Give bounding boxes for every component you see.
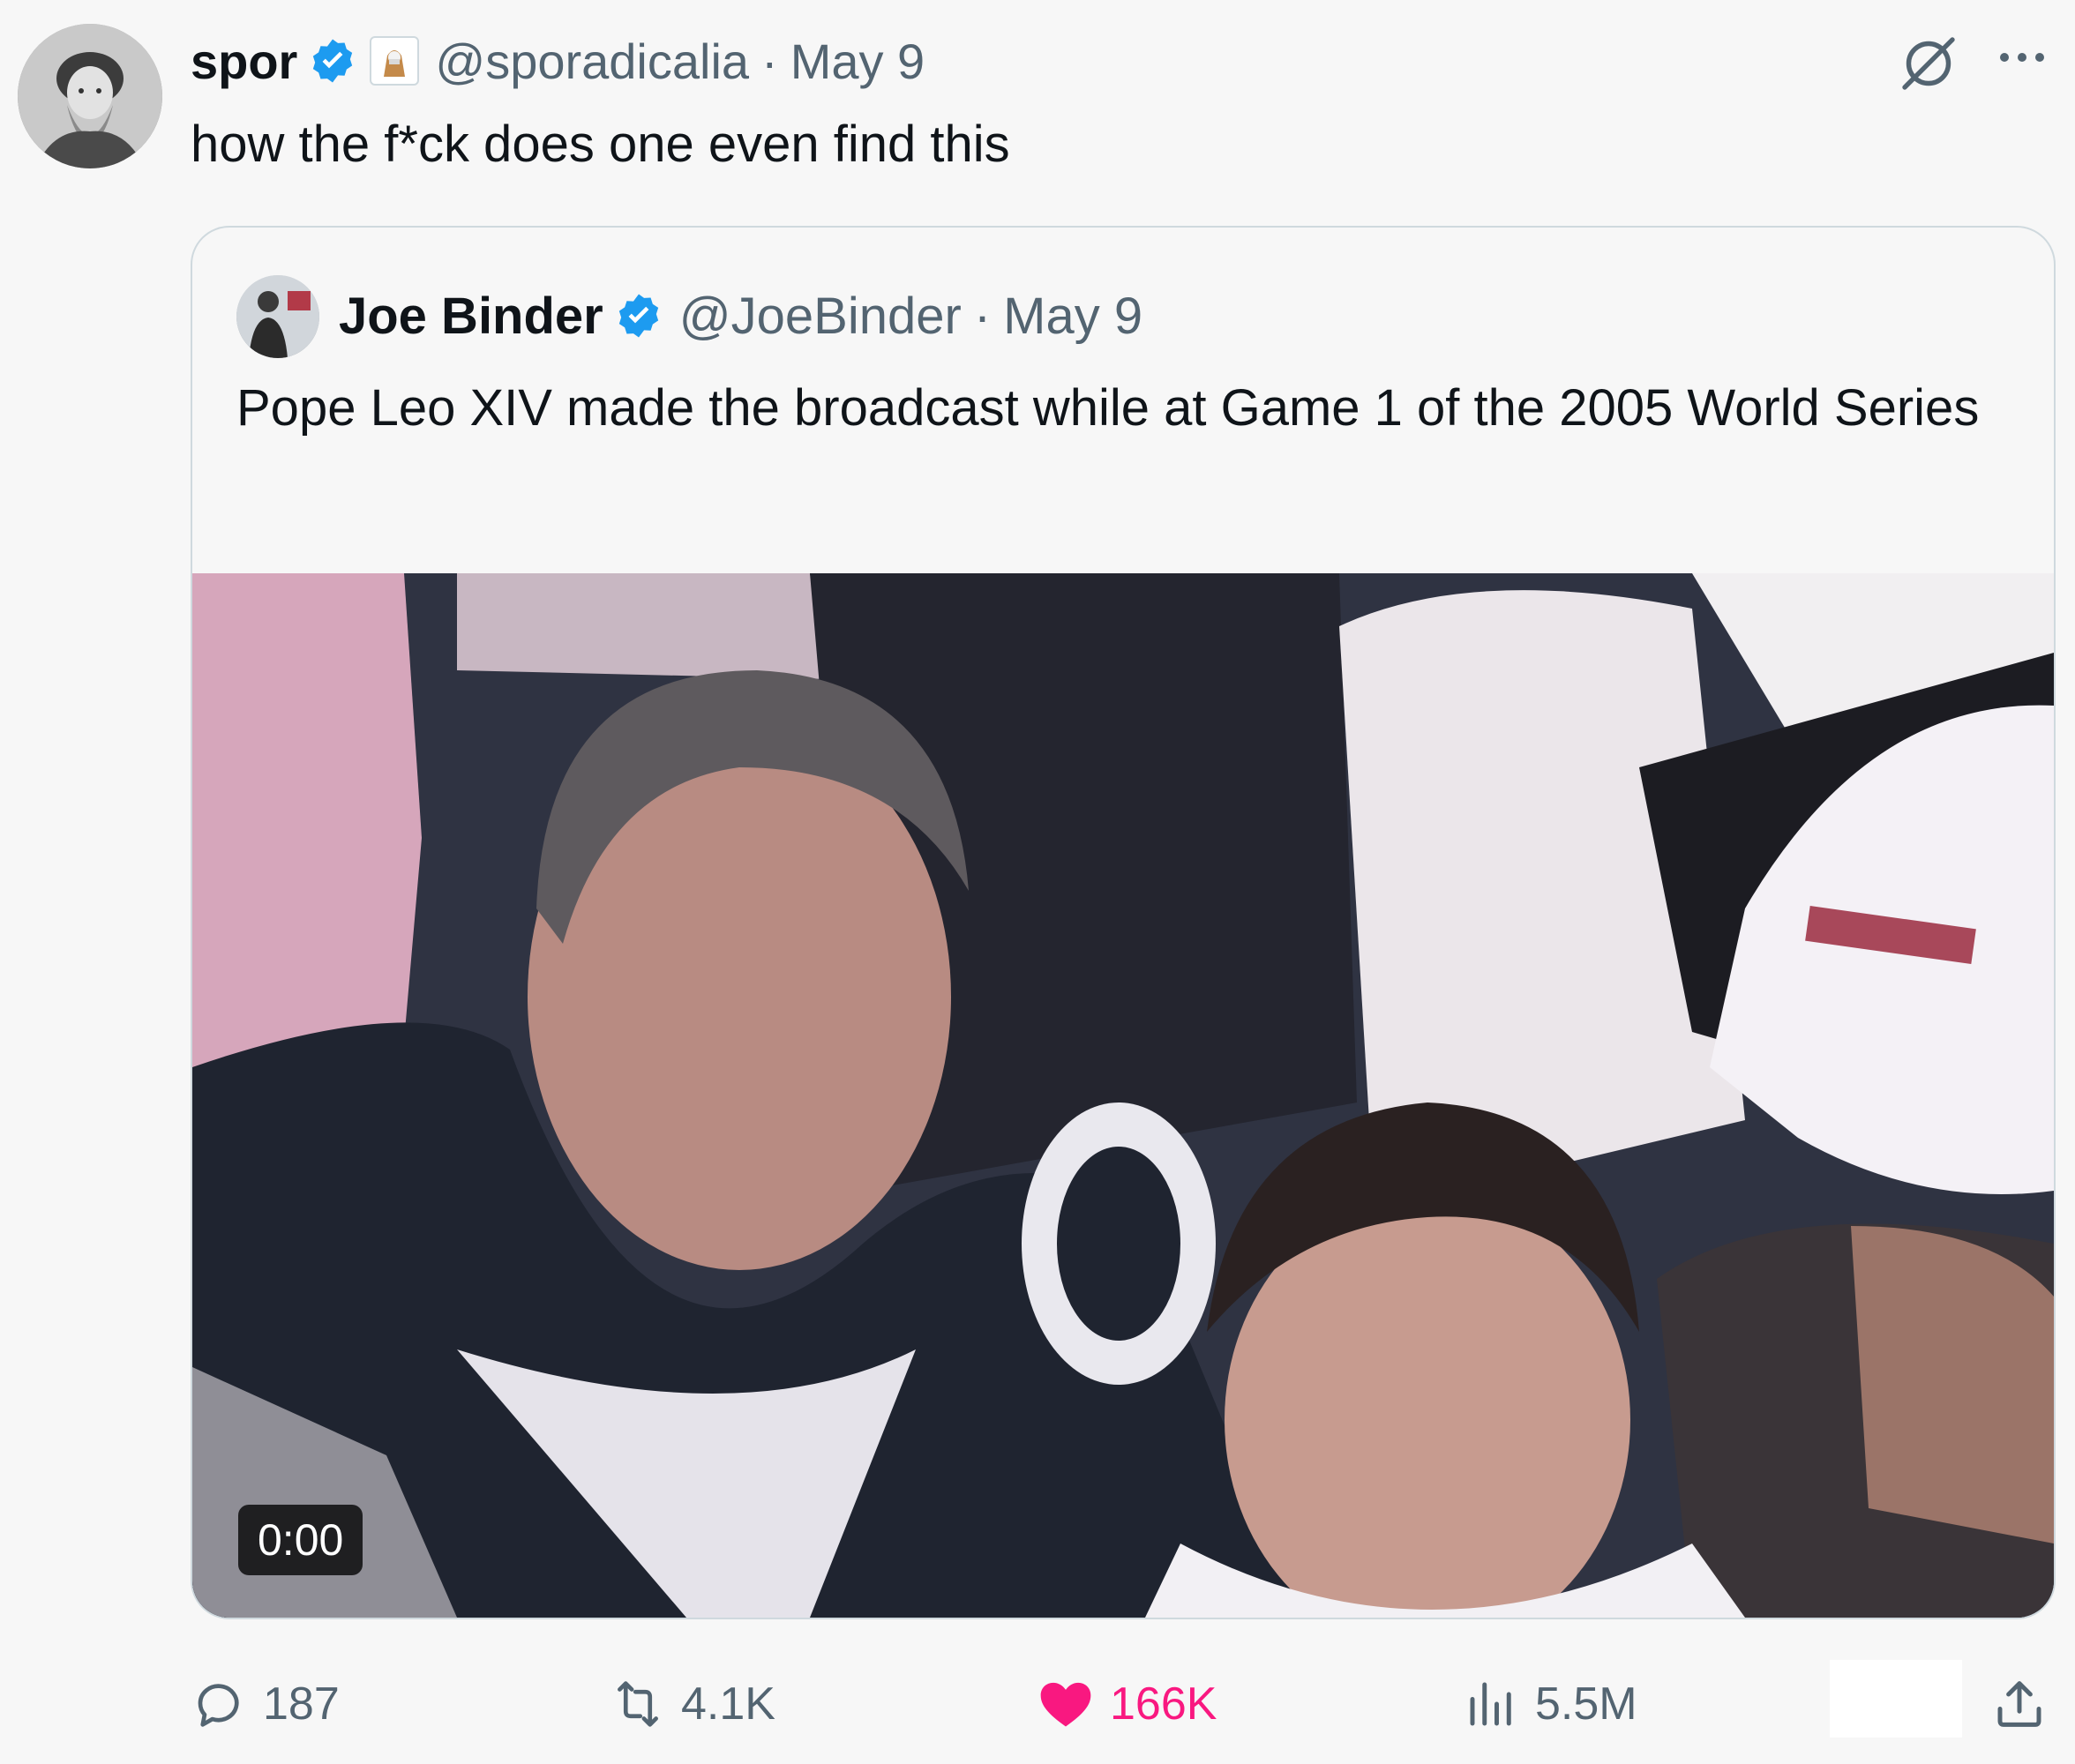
quoted-tweet-text: Pope Leo XIV made the broadcast while at… (236, 379, 1980, 437)
action-bar: 187 4.1K 166K 5.5M (191, 1660, 2061, 1748)
share-icon (1997, 1681, 2041, 1727)
quoted-author-name[interactable]: Joe Binder (339, 287, 603, 346)
separator-dot: · (973, 287, 992, 345)
separator-dot: · (761, 33, 778, 89)
quoted-author-avatar[interactable] (236, 275, 319, 358)
heart-icon (1040, 1682, 1091, 1727)
repost-button[interactable]: 4.1K (609, 1660, 775, 1748)
reply-count: 187 (263, 1678, 340, 1730)
author-avatar[interactable] (18, 24, 162, 168)
affiliate-badge-icon[interactable] (370, 36, 420, 86)
video-frame (192, 573, 2054, 1618)
tweet-text: how the f*ck does one even find this (191, 116, 1010, 173)
like-count: 166K (1110, 1678, 1217, 1730)
tweet: spor @sporadicalia · May 9 how the f*ck … (0, 0, 2075, 1764)
repost-icon (618, 1681, 658, 1727)
tweet-date[interactable]: May 9 (790, 33, 925, 90)
verified-badge-icon (618, 294, 658, 338)
views-icon (1470, 1682, 1511, 1726)
author-name[interactable]: spor (191, 33, 297, 90)
video-player[interactable]: 0:00 (192, 573, 2054, 1618)
author-handle[interactable]: @sporadicalia (435, 33, 749, 90)
quoted-tweet[interactable]: Joe Binder @JoeBinder · May 9 Pope Leo X… (191, 226, 2056, 1619)
reply-icon (198, 1684, 239, 1727)
reply-button[interactable]: 187 (191, 1660, 340, 1748)
tweet-header: spor @sporadicalia · May 9 (191, 21, 925, 101)
video-timestamp: 0:00 (238, 1505, 363, 1575)
views-count: 5.5M (1535, 1678, 1637, 1730)
grok-icon[interactable] (1897, 32, 1960, 95)
bookmark-button[interactable] (1830, 1660, 1962, 1738)
quoted-tweet-header: Joe Binder @JoeBinder · May 9 (339, 272, 1142, 360)
quoted-author-handle[interactable]: @JoeBinder (679, 287, 962, 346)
more-icon[interactable] (1996, 44, 2049, 71)
share-button[interactable] (1990, 1660, 2063, 1748)
verified-badge-icon (313, 39, 353, 83)
quoted-tweet-date[interactable]: May 9 (1003, 287, 1142, 346)
like-button[interactable]: 166K (1036, 1660, 1217, 1748)
views-button[interactable]: 5.5M (1463, 1660, 1637, 1748)
repost-count: 4.1K (681, 1678, 775, 1730)
